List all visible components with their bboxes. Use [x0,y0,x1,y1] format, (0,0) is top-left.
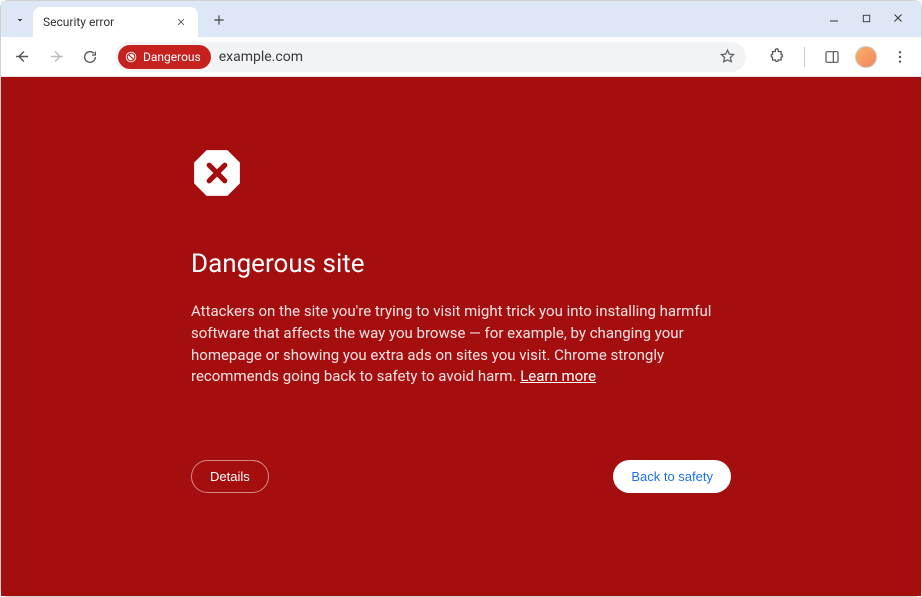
arrow-right-icon [48,48,65,65]
interstitial-heading: Dangerous site [191,249,731,279]
interstitial-actions: Details Back to safety [191,460,731,493]
arrow-left-icon [14,48,31,65]
learn-more-link[interactable]: Learn more [520,367,596,385]
interstitial-body: Attackers on the site you're trying to v… [191,301,731,388]
chrome-menu-button[interactable] [885,42,915,72]
star-outline-icon [719,48,736,65]
browser-tab[interactable]: Security error [33,7,198,37]
puzzle-icon [769,48,786,65]
danger-badge-icon [124,50,138,64]
new-tab-button[interactable] [206,7,232,33]
toolbar-right [762,42,915,72]
nav-reload-button[interactable] [75,42,105,72]
side-panel-icon [824,49,840,65]
nav-back-button[interactable] [7,42,37,72]
titlebar: Security error [1,1,921,37]
nav-forward-button[interactable] [41,42,71,72]
more-vert-icon [892,49,908,65]
tab-title: Security error [43,15,114,29]
omnibox-url[interactable]: example.com [219,49,711,65]
details-button[interactable]: Details [191,460,269,493]
tab-close-button[interactable] [172,13,190,31]
tabs-search-dropdown[interactable] [9,9,31,31]
window-minimize-button[interactable] [825,9,843,27]
window-maximize-button[interactable] [857,9,875,27]
bookmark-button[interactable] [719,48,736,65]
toolbar: Dangerous example.com [1,37,921,77]
close-icon [892,12,904,24]
omnibox[interactable]: Dangerous example.com [115,42,746,72]
site-security-chip[interactable]: Dangerous [118,45,211,69]
interstitial-body-text: Attackers on the site you're trying to v… [191,302,711,385]
plus-icon [212,13,226,27]
close-icon [176,17,186,27]
window-controls [825,9,915,37]
interstitial-panel: Dangerous site Attackers on the site you… [181,147,741,493]
maximize-icon [861,13,872,24]
chevron-down-icon [14,14,26,26]
security-interstitial: Dangerous site Attackers on the site you… [1,77,921,596]
back-to-safety-button[interactable]: Back to safety [613,460,731,493]
reload-icon [82,49,98,65]
divider [804,47,805,67]
side-panel-button[interactable] [817,42,847,72]
window-close-button[interactable] [889,9,907,27]
danger-stop-icon [191,147,243,199]
profile-avatar[interactable] [855,46,877,68]
site-security-chip-label: Dangerous [143,50,201,64]
minimize-icon [828,12,840,24]
extensions-button[interactable] [762,42,792,72]
